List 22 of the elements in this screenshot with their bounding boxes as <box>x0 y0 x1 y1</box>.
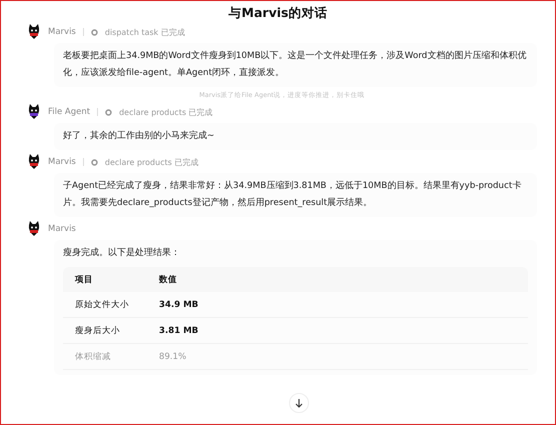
message-text: 老板要把桌面上34.9MB的Word文件瘦身到10MB以下。这是一个文件处理任务，涉及Word文档的图片压缩和体积优化，应该派发给file-agent。单Agent闭环，直接派发。 <box>63 50 528 80</box>
table-cell-text: 34.9 MB <box>159 300 200 310</box>
tool-status: dispatch task 已完成 <box>104 26 185 38</box>
tool-status: declare products 已完成 <box>104 156 198 168</box>
chat-title: 与Marvis的对话 <box>228 4 328 22</box>
table-cell-text: 瘦身后大小 <box>75 324 121 336</box>
table-cell-text: 原始文件大小 <box>75 298 130 310</box>
table-cell-text: 3.81 MB <box>159 326 200 336</box>
column-header: 项目 <box>75 274 94 286</box>
message-text: 子Agent已经完成了瘦身，结果非常好：从34.9MB压缩到3.81MB，远低于10MB的目标。结果里有yyb-product卡片。我需要先declare_products登记产物，然后用present_result展示结果。 <box>63 180 522 210</box>
author-name: Marvis <box>48 27 76 37</box>
message-text: 好了，其余的工作由别的小马来完成~ <box>63 130 216 143</box>
scroll-down-button[interactable] <box>289 393 309 413</box>
down-arrow-icon <box>295 398 303 408</box>
message-text: 瘦身完成。以下是处理结果： <box>63 246 181 260</box>
table-cell-text: 体积缩减 <box>75 350 112 362</box>
tool-status: declare products 已完成 <box>119 106 213 118</box>
author-name: Marvis <box>48 224 76 234</box>
column-header: 数值 <box>159 274 178 286</box>
table-cell-text: 89.1% <box>159 352 188 362</box>
author-name: File Agent <box>48 107 90 117</box>
author-name: Marvis <box>48 157 76 167</box>
